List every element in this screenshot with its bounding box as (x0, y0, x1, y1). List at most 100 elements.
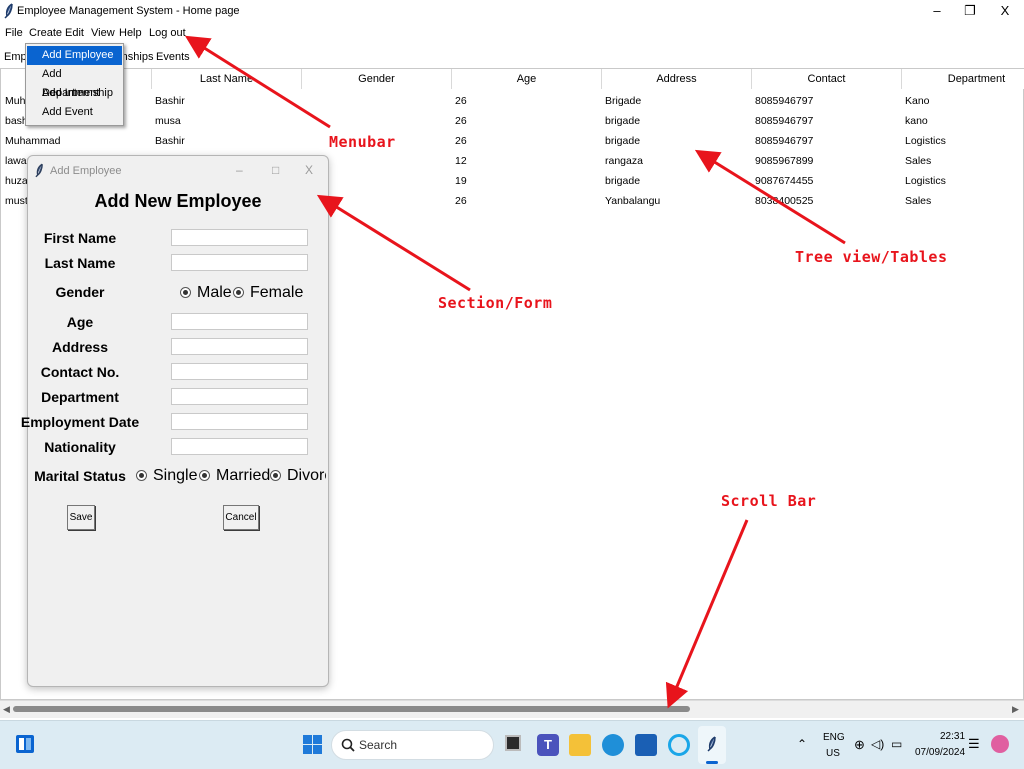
first-name-input[interactable] (171, 229, 308, 246)
file-explorer-icon[interactable] (569, 734, 591, 756)
menu-view[interactable]: View (91, 27, 115, 39)
python-app-taskbar-button[interactable] (698, 726, 726, 764)
feather-app-icon (4, 3, 13, 19)
dialog-maximize-button[interactable]: □ (272, 163, 279, 177)
scroll-right-arrow-icon[interactable]: ▶ (1012, 704, 1019, 715)
battery-icon[interactable]: ▭ (891, 737, 902, 751)
table-cell: Kano (905, 95, 930, 107)
table-cell: Brigade (605, 95, 642, 107)
horizontal-scrollbar[interactable]: ◀ ▶ (0, 700, 1024, 718)
table-cell: 9085967899 (755, 155, 814, 167)
column-header-address[interactable]: Address (602, 69, 752, 89)
notification-icon[interactable]: ☰ (968, 736, 980, 752)
dialog-minimize-button[interactable]: – (236, 163, 243, 177)
menu-item-add-department[interactable]: Add Department (27, 65, 122, 99)
table-cell: Muhammad (5, 135, 61, 147)
clock-time[interactable]: 22:31 (940, 731, 965, 742)
radio-married-label: Married (216, 467, 271, 484)
task-view-icon[interactable] (505, 735, 521, 751)
teams-icon[interactable]: T (537, 734, 559, 756)
scroll-left-arrow-icon[interactable]: ◀ (3, 704, 10, 715)
employment-date-input[interactable] (171, 413, 308, 430)
radio-single[interactable]: Single (136, 467, 197, 485)
label-nationality: Nationality (44, 439, 116, 455)
contact-input[interactable] (171, 363, 308, 380)
cancel-button[interactable]: Cancel (223, 505, 259, 530)
menu-create[interactable]: Create (29, 27, 62, 39)
column-header-gender[interactable]: Gender (302, 69, 452, 89)
region-indicator[interactable]: US (826, 748, 840, 759)
network-icon[interactable]: ⊕ (854, 737, 865, 753)
microsoft-store-icon[interactable] (635, 734, 657, 756)
menu-edit[interactable]: Edit (65, 27, 84, 39)
menu-item-add-internship[interactable]: Add Internship (27, 84, 122, 103)
label-employment-date: Employment Date (20, 414, 140, 430)
column-header-contact[interactable]: Contact (752, 69, 902, 89)
nationality-input[interactable] (171, 438, 308, 455)
radio-dot-icon (233, 287, 244, 299)
minimize-button[interactable]: – (922, 2, 952, 20)
menu-file[interactable]: File (5, 27, 23, 39)
table-cell (305, 111, 451, 131)
department-input[interactable] (171, 388, 308, 405)
clock-date[interactable]: 07/09/2024 (915, 747, 965, 758)
column-header-department[interactable]: Department (902, 69, 1024, 89)
table-cell: brigade (605, 135, 641, 147)
search-icon (341, 738, 355, 752)
table-cell: 8085946797 (755, 115, 814, 127)
windows-start-icon[interactable] (303, 735, 322, 754)
table-cell: musa (155, 115, 181, 127)
menu-help[interactable]: Help (119, 27, 142, 39)
radio-male[interactable]: Male (180, 284, 232, 302)
dialog-title: Add Employee (50, 165, 122, 177)
table-cell: brigade (605, 115, 641, 127)
radio-single-label: Single (153, 467, 198, 484)
table-row[interactable]: Muh Bashir 26 Brigade 8085946797 Kano (1, 91, 1021, 111)
address-input[interactable] (171, 338, 308, 355)
table-cell: 8038400525 (755, 195, 814, 207)
annotation-scroll-bar: Scroll Bar (721, 492, 817, 510)
column-header-age[interactable]: Age (452, 69, 602, 89)
annotation-menubar: Menubar (329, 133, 396, 151)
radio-married[interactable]: Married (199, 467, 270, 485)
menu-log-out[interactable]: Log out (149, 27, 186, 39)
radio-divorced[interactable]: Divorc (270, 467, 326, 485)
table-row[interactable]: bash musa 26 brigade 8085946797 kano (1, 111, 1021, 131)
label-address: Address (51, 339, 109, 355)
table-cell: 19 (455, 175, 467, 187)
menu-item-add-employee[interactable]: Add Employee (27, 46, 122, 65)
cortana-icon[interactable] (668, 734, 690, 756)
table-cell: 8085946797 (755, 135, 814, 147)
label-gender: Gender (55, 284, 105, 300)
last-name-input[interactable] (171, 254, 308, 271)
close-button[interactable]: X (990, 2, 1020, 20)
maximize-button[interactable]: ❐ (955, 2, 985, 20)
dialog-close-button[interactable]: X (305, 163, 313, 177)
edge-browser-icon[interactable] (602, 734, 624, 756)
scrollbar-thumb[interactable] (13, 706, 690, 712)
annotation-section-form: Section/Form (438, 294, 553, 312)
table-cell (305, 91, 451, 111)
column-header-last-name[interactable]: Last Name (152, 69, 302, 89)
tab-events[interactable]: Events (156, 51, 190, 63)
language-indicator[interactable]: ENG (823, 732, 845, 743)
menu-item-add-event[interactable]: Add Event (27, 103, 122, 122)
form-heading: Add New Employee (94, 191, 262, 211)
copilot-icon[interactable] (991, 735, 1009, 753)
table-cell: 26 (455, 135, 467, 147)
taskbar-search-box[interactable]: Search (331, 730, 494, 760)
active-indicator (706, 761, 718, 764)
volume-icon[interactable]: ◁) (871, 737, 884, 751)
table-cell: 26 (455, 95, 467, 107)
widgets-icon[interactable] (15, 734, 35, 754)
save-button[interactable]: Save (67, 505, 95, 530)
window-title: Employee Management System - Home page (17, 5, 240, 17)
table-cell: Logistics (905, 175, 946, 187)
radio-female[interactable]: Female (233, 284, 303, 302)
age-input[interactable] (171, 313, 308, 330)
radio-dot-icon (136, 470, 147, 482)
label-department: Department (41, 389, 119, 405)
table-row[interactable]: Muhammad Bashir 26 brigade 8085946797 Logisti… (1, 131, 1021, 151)
radio-dot-icon (180, 287, 191, 299)
chevron-up-icon[interactable]: ⌃ (797, 737, 807, 751)
